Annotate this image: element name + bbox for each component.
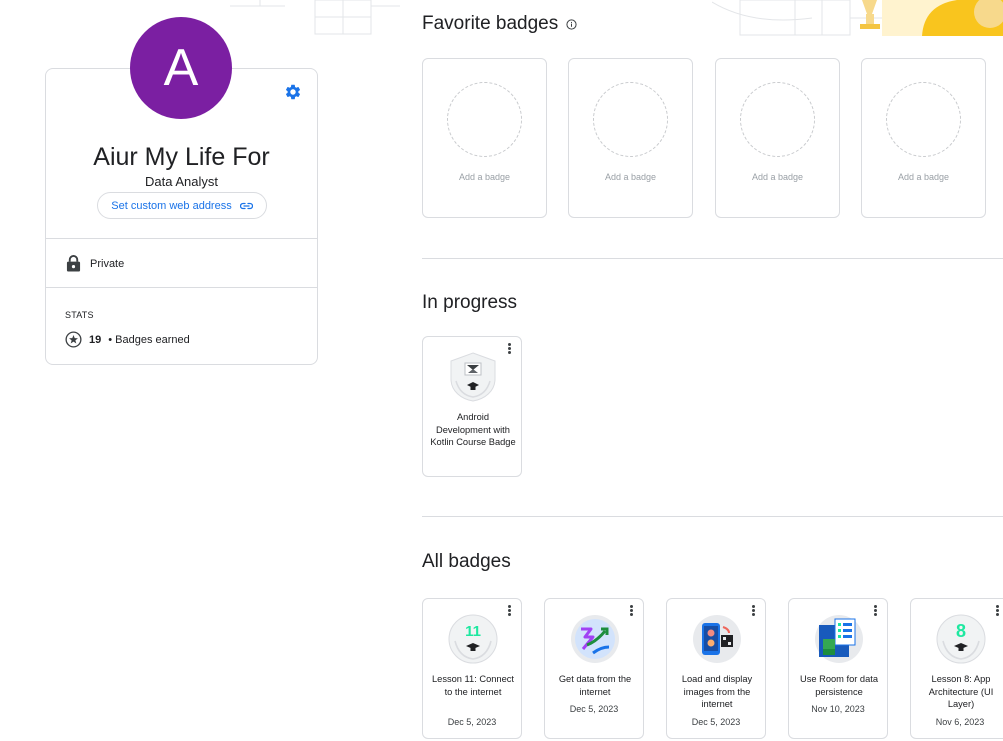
add-badge-label: Add a badge xyxy=(897,172,950,182)
link-icon xyxy=(239,202,253,209)
star-circle-icon xyxy=(65,331,82,348)
profile-divider xyxy=(46,238,317,239)
room-persistence-icon xyxy=(815,615,863,663)
svg-text:8: 8 xyxy=(956,621,966,641)
load-images-icon xyxy=(693,615,741,663)
badge-date: Dec 5, 2023 xyxy=(569,704,619,714)
empty-badge-placeholder xyxy=(593,82,668,157)
privacy-label: Private xyxy=(90,257,125,270)
badge-card[interactable]: Use Room for data persistence Nov 10, 20… xyxy=(788,598,888,739)
profile-title: Data Analyst xyxy=(145,174,218,189)
empty-badge-placeholder xyxy=(886,82,961,157)
privacy-status: Private xyxy=(66,255,124,272)
favorite-badge-slot[interactable]: Add a badge xyxy=(715,58,840,218)
decorative-trophy-illustration xyxy=(712,0,1003,36)
course-badge-icon xyxy=(450,352,496,402)
all-badges-title: All badges xyxy=(422,551,511,572)
badge-name: Get data from the internet xyxy=(558,674,632,697)
badge-date: Nov 10, 2023 xyxy=(811,704,865,714)
svg-text:11: 11 xyxy=(465,623,481,640)
badge-name: Android Development with Kotlin Course B… xyxy=(430,412,516,447)
section-divider xyxy=(422,516,1003,517)
more-options-icon[interactable] xyxy=(996,605,1000,617)
decorative-grid-illustration xyxy=(230,0,400,35)
gear-icon[interactable] xyxy=(284,83,302,101)
badge-name: Lesson 8: App Architecture (UI Layer) xyxy=(928,674,994,709)
badge-card[interactable]: Load and display images from the interne… xyxy=(666,598,766,739)
add-badge-label: Add a badge xyxy=(458,172,511,182)
badge-name: Use Room for data persistence xyxy=(799,674,879,697)
profile-divider xyxy=(46,287,317,288)
get-data-icon xyxy=(571,615,619,663)
badge-card[interactable]: 8 Lesson 8: App Architecture (UI Layer) … xyxy=(910,598,1003,739)
lock-icon xyxy=(66,255,81,272)
favorite-badge-slot[interactable]: Add a badge xyxy=(568,58,693,218)
stats-label: STATS xyxy=(65,310,94,320)
info-icon[interactable] xyxy=(566,18,577,30)
badge-date: Dec 5, 2023 xyxy=(691,717,741,727)
lesson-8-icon: 8 xyxy=(936,614,986,664)
badges-earned-label: • Badges earned xyxy=(108,333,190,346)
badge-date: Nov 6, 2023 xyxy=(935,717,985,727)
add-badge-label: Add a badge xyxy=(604,172,657,182)
in-progress-title: In progress xyxy=(422,292,518,313)
more-options-icon[interactable] xyxy=(630,605,634,617)
more-options-icon[interactable] xyxy=(752,605,756,617)
badge-name: Lesson 11: Connect to the internet xyxy=(431,674,514,697)
badge-date: Dec 5, 2023 xyxy=(447,717,497,727)
lesson-11-icon: 11 xyxy=(448,614,498,664)
empty-badge-placeholder xyxy=(447,82,522,157)
badge-card[interactable]: Get data from the internet Dec 5, 2023 xyxy=(544,598,644,739)
badges-earned-stat: 19 • Badges earned xyxy=(65,331,190,348)
badge-name: Load and display images from the interne… xyxy=(681,674,753,709)
add-badge-label: Add a badge xyxy=(751,172,804,182)
set-web-address-label: Set custom web address xyxy=(111,199,232,212)
set-web-address-button[interactable]: Set custom web address xyxy=(97,192,267,219)
badge-card[interactable]: 11 Lesson 11: Connect to the internet De… xyxy=(422,598,522,739)
favorite-badges-heading: Favorite badges xyxy=(422,13,577,35)
all-badges-heading: All badges xyxy=(422,551,511,573)
badges-count: 19 xyxy=(89,333,102,346)
in-progress-heading: In progress xyxy=(422,292,517,314)
more-options-icon[interactable] xyxy=(508,605,512,617)
favorite-badges-title: Favorite badges xyxy=(422,13,559,34)
empty-badge-placeholder xyxy=(740,82,815,157)
badge-card[interactable]: Android Development with Kotlin Course B… xyxy=(422,336,522,477)
more-options-icon[interactable] xyxy=(508,343,512,355)
favorite-badge-slot[interactable]: Add a badge xyxy=(422,58,547,218)
more-options-icon[interactable] xyxy=(874,605,878,617)
section-divider xyxy=(422,258,1003,259)
avatar[interactable]: A xyxy=(130,17,232,119)
favorite-badge-slot[interactable]: Add a badge xyxy=(861,58,986,218)
profile-name: Aiur My Life For xyxy=(93,143,270,171)
